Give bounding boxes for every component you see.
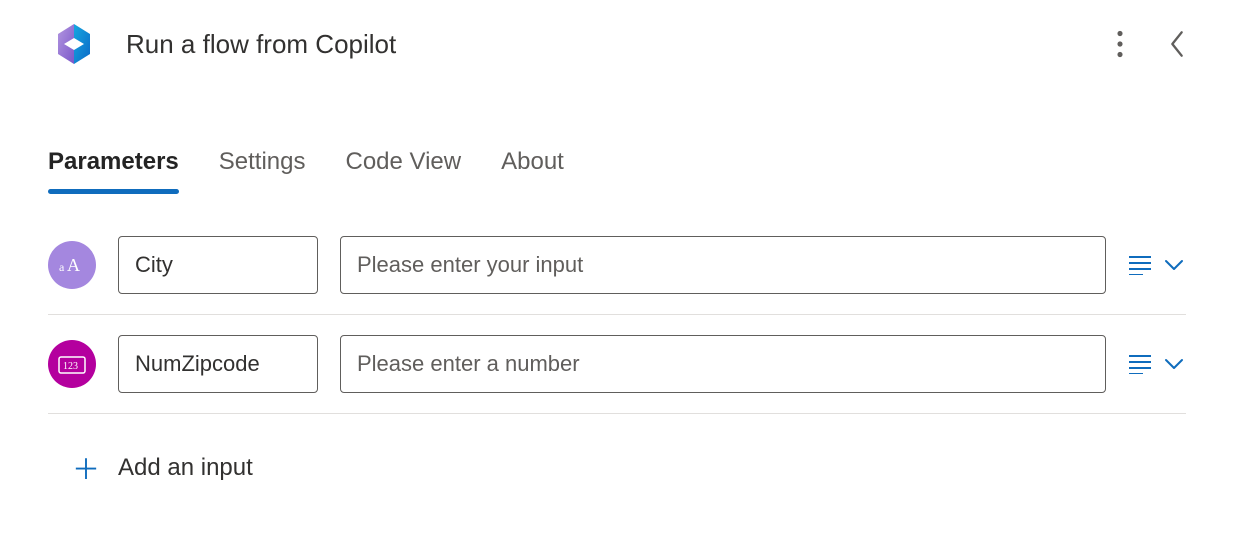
- format-options-button[interactable]: [1128, 354, 1152, 374]
- text-type-badge: a A: [48, 241, 96, 289]
- parameter-name-input[interactable]: [118, 335, 318, 393]
- parameter-row: a A: [48, 236, 1186, 315]
- parameter-row-actions: [1128, 253, 1186, 277]
- panel-header-actions: [1108, 22, 1194, 66]
- vertical-ellipsis-icon: [1116, 30, 1124, 58]
- parameter-row: 123: [48, 335, 1186, 414]
- svg-text:A: A: [67, 255, 80, 275]
- add-input-label: Add an input: [118, 454, 253, 482]
- parameter-value-input[interactable]: [340, 335, 1106, 393]
- add-input-button[interactable]: ＋ Add an input: [48, 434, 253, 488]
- svg-text:a: a: [59, 260, 65, 274]
- panel-title: Run a flow from Copilot: [126, 29, 1108, 60]
- parameter-value-input[interactable]: [340, 236, 1106, 294]
- tab-settings[interactable]: Settings: [219, 148, 306, 194]
- copilot-logo-icon: [50, 20, 98, 68]
- parameter-row-actions: [1128, 352, 1186, 376]
- format-options-button[interactable]: [1128, 255, 1152, 275]
- parameter-options-dropdown[interactable]: [1162, 253, 1186, 277]
- chevron-left-icon: [1168, 30, 1186, 58]
- parameters-body: a A: [0, 194, 1234, 488]
- panel-header: Run a flow from Copilot: [0, 0, 1234, 88]
- parameter-name-input[interactable]: [118, 236, 318, 294]
- more-options-button[interactable]: [1108, 22, 1132, 66]
- parameter-options-dropdown[interactable]: [1162, 352, 1186, 376]
- svg-text:123: 123: [63, 361, 78, 372]
- number-icon: 123: [58, 353, 86, 375]
- tab-about[interactable]: About: [501, 148, 564, 194]
- chevron-down-icon: [1162, 352, 1186, 376]
- panel-tabs: Parameters Settings Code View About: [0, 148, 1234, 194]
- tab-code-view[interactable]: Code View: [345, 148, 461, 194]
- text-icon: a A: [59, 255, 85, 275]
- tab-parameters[interactable]: Parameters: [48, 148, 179, 194]
- number-type-badge: 123: [48, 340, 96, 388]
- chevron-down-icon: [1162, 253, 1186, 277]
- collapse-panel-button[interactable]: [1160, 22, 1194, 66]
- plus-icon: ＋: [72, 448, 100, 488]
- flow-trigger-panel: Run a flow from Copilot Parameters Setti…: [0, 0, 1234, 488]
